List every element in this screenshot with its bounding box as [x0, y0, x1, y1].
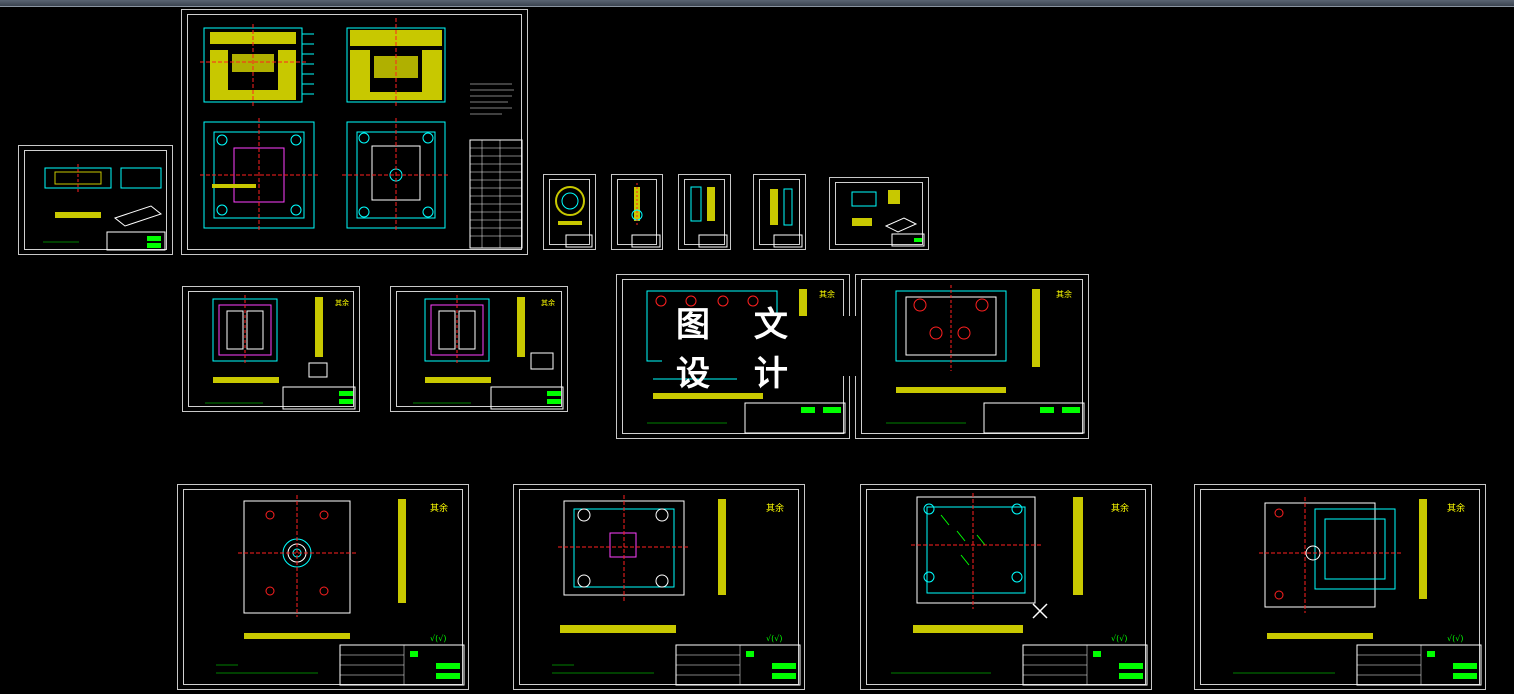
watermark-overlay: 图 文 设 计 [662, 305, 858, 394]
sheet-plate-drawing-6[interactable]: 其余 √(√) [513, 484, 805, 690]
detail-block-graphics [851, 190, 925, 247]
sheet-plate-drawing-8[interactable]: 其余 √(√) [1194, 484, 1486, 690]
plate-drawing-8-graphics: 其余 √(√) [1233, 497, 1482, 686]
detail-ring-graphics [555, 186, 593, 248]
sheet-detail-insert-b[interactable] [753, 174, 806, 250]
sheet-detail-insert-a[interactable] [678, 174, 731, 250]
crosshair-x-icon [1032, 603, 1048, 619]
plate-drawing-5-graphics: 其余 √(√) [216, 495, 465, 686]
application-toolbar-edge [0, 0, 1514, 7]
sheet-plate-drawing-1[interactable]: 其余 [182, 286, 360, 412]
detail-insert-b-graphics [770, 188, 803, 248]
svg-text:其余: 其余 [1111, 502, 1129, 514]
watermark-text: 图 文 设 计 [676, 305, 804, 394]
sheet-detail-pin[interactable] [611, 174, 663, 250]
svg-text:其余: 其余 [1056, 289, 1072, 299]
svg-text:其余: 其余 [541, 298, 555, 307]
sheet-plate-drawing-2[interactable]: 其余 [390, 286, 568, 412]
plate-drawing-6-graphics: 其余 √(√) [552, 495, 801, 686]
svg-text:其余: 其余 [430, 502, 448, 514]
plate-drawing-2-graphics: 其余 [413, 295, 564, 410]
sheet-detail-block[interactable] [829, 177, 929, 250]
sheet-plate-drawing-5[interactable]: 其余 √(√) [177, 484, 469, 690]
part-drawing-graphics [43, 164, 166, 251]
plate-drawing-1-graphics: 其余 [205, 295, 356, 410]
svg-text:√(√): √(√) [430, 634, 446, 643]
sheet-part-drawing-small-left[interactable] [18, 145, 173, 255]
plate-drawing-7-graphics: 其余 √(√) [891, 493, 1148, 686]
detail-pin-graphics [631, 183, 661, 248]
sheet-assembly-drawing[interactable] [181, 9, 528, 255]
assembly-drawing-graphics [200, 18, 523, 249]
plate-drawing-4-graphics: 其余 [886, 285, 1085, 434]
svg-text:其余: 其余 [766, 502, 784, 514]
sheet-detail-ring[interactable] [543, 174, 596, 250]
detail-insert-a-graphics [690, 186, 728, 248]
sheet-plate-drawing-4[interactable]: 其余 [855, 274, 1089, 439]
svg-text:√(√): √(√) [1111, 634, 1127, 643]
svg-text:√(√): √(√) [1447, 634, 1463, 643]
svg-text:其余: 其余 [335, 298, 349, 307]
sheet-plate-drawing-7[interactable]: 其余 √(√) [860, 484, 1152, 690]
svg-text:√(√): √(√) [766, 634, 782, 643]
svg-text:其余: 其余 [1447, 502, 1465, 514]
